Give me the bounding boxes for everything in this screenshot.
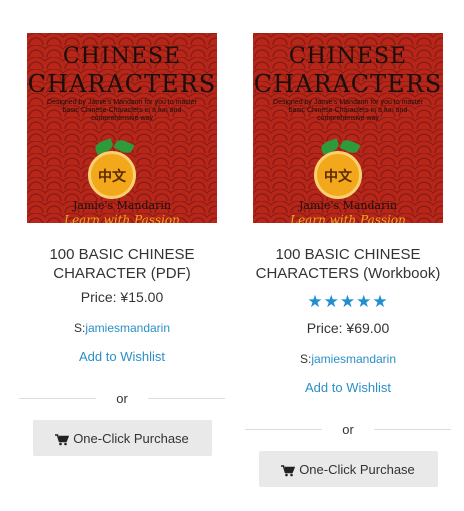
seller-prefix: S: [73, 321, 86, 335]
orange-logo-icon: 中文 [88, 151, 136, 199]
cover-tagline: Learn with Passion [64, 213, 180, 223]
seller-link[interactable]: jamiesmandarin [85, 321, 170, 335]
product-cover-image[interactable]: CHINESE CHARACTERS Designed by Jamie's M… [27, 33, 217, 223]
one-click-purchase-button[interactable]: One-Click Purchase [258, 451, 438, 487]
logo-text: 中文 [98, 168, 126, 184]
seller-line: S:jamiesmandarin [7, 321, 237, 335]
cover-blurb: Designed by Jamie's Mandarin for you to … [273, 99, 423, 122]
divider-line [19, 398, 96, 399]
cover-blurb: Designed by Jamie's Mandarin for you to … [47, 99, 197, 122]
one-click-purchase-button[interactable]: One-Click Purchase [32, 420, 212, 456]
cover-title-line2: CHARACTERS [27, 70, 217, 98]
divider-line [245, 429, 322, 430]
product-price: Price: ¥69.00 [306, 320, 390, 336]
cover-brand: Jamie's Mandarin [299, 199, 397, 212]
product-price: Price: ¥15.00 [80, 289, 164, 305]
or-divider: or [19, 390, 225, 406]
cover-brand: Jamie's Mandarin [73, 199, 171, 212]
rating-stars: ★★★★★ [307, 292, 389, 311]
shopping-cart-icon [55, 433, 70, 445]
product-title[interactable]: 100 BASIC CHINESE CHARACTERS (Workbook) [233, 245, 463, 283]
or-label: or [342, 422, 354, 437]
cover-title-line1: CHINESE [288, 44, 408, 69]
seller-line: S:jamiesmandarin [233, 352, 463, 366]
seller-link[interactable]: jamiesmandarin [311, 352, 396, 366]
product-title[interactable]: 100 BASIC CHINESE CHARACTER (PDF) [7, 245, 237, 283]
logo-text: 中文 [324, 168, 352, 184]
or-divider: or [245, 421, 451, 437]
product-cover-image[interactable]: CHINESE CHARACTERS Designed by Jamie's M… [253, 33, 443, 223]
shopping-cart-icon [281, 464, 296, 476]
cover-title-line2: CHARACTERS [253, 70, 443, 98]
cover-title-line1: CHINESE [62, 44, 182, 69]
product-card-workbook: CHINESE CHARACTERS Designed by Jamie's M… [233, 0, 463, 487]
purchase-label: One-Click Purchase [73, 431, 189, 446]
product-card-pdf: CHINESE CHARACTERS Designed by Jamie's M… [7, 0, 237, 456]
orange-logo-icon: 中文 [314, 151, 362, 199]
add-to-wishlist-link[interactable]: Add to Wishlist [7, 349, 237, 364]
or-label: or [116, 391, 128, 406]
seller-prefix: S: [299, 352, 312, 366]
divider-line [148, 398, 225, 399]
purchase-label: One-Click Purchase [299, 462, 415, 477]
add-to-wishlist-link[interactable]: Add to Wishlist [233, 380, 463, 395]
divider-line [374, 429, 451, 430]
cover-tagline: Learn with Passion [290, 213, 406, 223]
